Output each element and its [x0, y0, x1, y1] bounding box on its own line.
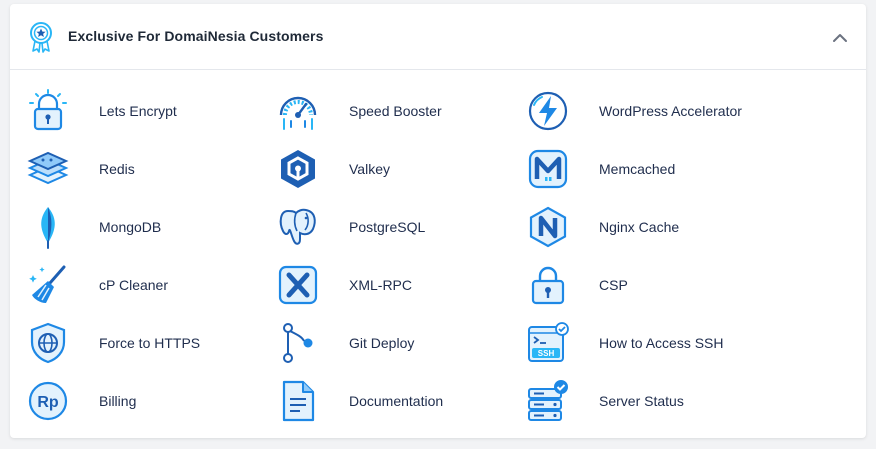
service-billing[interactable]: Rp Billing [26, 379, 136, 423]
service-postgresql[interactable]: PostgreSQL [276, 205, 425, 249]
mongodb-leaf-icon [41, 207, 55, 249]
exclusive-services-panel: Exclusive For DomaiNesia Customers Lets … [10, 4, 866, 438]
service-label: PostgreSQL [349, 219, 426, 235]
broom-icon [29, 265, 66, 303]
service-label: MongoDB [99, 219, 162, 235]
service-memcached[interactable]: Memcached [526, 147, 675, 191]
server-check-icon [528, 380, 568, 421]
service-speed-booster[interactable]: Speed Booster [276, 89, 442, 133]
service-label: Speed Booster [349, 103, 442, 119]
valkey-hexagon-icon [281, 150, 315, 188]
rupiah-billing-icon: Rp [28, 381, 68, 421]
service-label: Nginx Cache [599, 219, 680, 235]
speedometer-icon [279, 96, 317, 130]
service-csp[interactable]: CSP [526, 263, 628, 307]
nginx-n-icon [529, 206, 567, 248]
shield-globe-icon [30, 322, 66, 364]
lets-encrypt-lock-icon [29, 89, 67, 131]
service-label: Billing [99, 393, 137, 409]
award-badge-icon [30, 22, 52, 53]
svg-text:SSH: SSH [538, 349, 555, 358]
service-xml-rpc[interactable]: XML-RPC [276, 263, 412, 307]
service-label: Redis [99, 161, 135, 177]
service-label: XML-RPC [349, 277, 413, 293]
panel-title: Exclusive For DomaiNesia Customers [68, 28, 324, 44]
document-icon [282, 380, 315, 422]
memcached-m-icon [528, 149, 568, 189]
redis-stack-icon [27, 151, 69, 185]
service-nginx-cache[interactable]: Nginx Cache [526, 205, 679, 249]
service-label: Server Status [599, 393, 684, 409]
service-lets-encrypt[interactable]: Lets Encrypt [26, 89, 177, 133]
padlock-icon [531, 266, 565, 305]
service-label: Force to HTTPS [99, 335, 201, 351]
service-label: Lets Encrypt [99, 103, 177, 119]
chevron-up-icon[interactable] [830, 28, 850, 48]
service-documentation[interactable]: Documentation [276, 379, 443, 423]
service-cp-cleaner[interactable]: cP Cleaner [26, 263, 168, 307]
service-label: Memcached [599, 161, 676, 177]
service-label: cP Cleaner [99, 277, 169, 293]
service-force-https[interactable]: Force to HTTPS [26, 321, 200, 365]
git-branch-icon [283, 323, 313, 363]
service-label: How to Access SSH [599, 335, 724, 351]
service-git-deploy[interactable]: Git Deploy [276, 321, 414, 365]
ssh-terminal-icon: SSH [528, 322, 569, 362]
svg-text:Rp: Rp [37, 394, 59, 411]
service-mongodb[interactable]: MongoDB [26, 205, 161, 249]
service-label: Valkey [349, 161, 390, 177]
panel-header[interactable]: Exclusive For DomaiNesia Customers [10, 4, 866, 70]
service-redis[interactable]: Redis [26, 147, 135, 191]
service-server-status[interactable]: Server Status [526, 379, 684, 423]
service-wordpress-accelerator[interactable]: WordPress Accelerator [526, 89, 742, 133]
lightning-bolt-icon [528, 91, 568, 131]
xml-rpc-x-icon [278, 265, 318, 305]
postgresql-elephant-icon [279, 208, 316, 245]
service-label: CSP [599, 277, 628, 293]
service-valkey[interactable]: Valkey [276, 147, 390, 191]
service-label: Documentation [349, 393, 444, 409]
service-ssh-access[interactable]: SSH How to Access SSH [526, 321, 724, 365]
service-label: Git Deploy [349, 335, 415, 351]
service-label: WordPress Accelerator [599, 103, 742, 119]
